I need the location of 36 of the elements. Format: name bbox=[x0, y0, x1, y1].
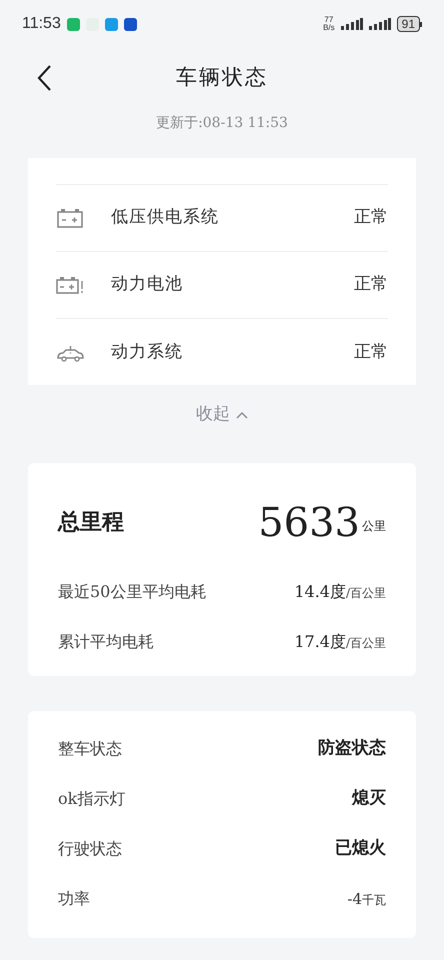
system-status: 正常 bbox=[354, 273, 388, 296]
battery-indicator: 91 bbox=[396, 16, 420, 32]
speed-unit: B/s bbox=[323, 24, 335, 32]
battery-icon bbox=[56, 207, 84, 229]
network-speed: 77 bbox=[324, 16, 334, 24]
status-label: 整车状态 bbox=[58, 738, 122, 760]
mileage-unit: 公里 bbox=[362, 518, 386, 535]
status-label: ok指示灯 bbox=[58, 788, 126, 810]
signal-icon bbox=[368, 18, 391, 30]
system-name: 动力电池 bbox=[111, 273, 183, 296]
collapse-button[interactable]: 收起 bbox=[196, 402, 248, 428]
consumption-value: 14.4度 bbox=[294, 581, 346, 603]
mileage-value: 5633 bbox=[258, 499, 360, 547]
status-value: 熄灭 bbox=[352, 787, 386, 810]
clock-time: 11:53 bbox=[22, 14, 61, 34]
status-label: 功率 bbox=[58, 888, 90, 910]
system-name: 低压供电系统 bbox=[111, 206, 219, 230]
status-value: 已熄火 bbox=[335, 837, 386, 860]
page-title: 车辆状态 bbox=[176, 64, 268, 92]
system-status: 正常 bbox=[354, 340, 388, 364]
status-label: 行驶状态 bbox=[58, 838, 122, 860]
consumption-value: 17.4度 bbox=[294, 631, 346, 653]
signal-icon bbox=[340, 18, 363, 30]
battery-warning-icon bbox=[56, 274, 84, 296]
consumption-label: 最近50公里平均电耗 bbox=[58, 581, 206, 603]
status-value: 防盗状态 bbox=[318, 737, 386, 760]
back-icon bbox=[36, 64, 52, 92]
consumption-label: 累计平均电耗 bbox=[58, 631, 154, 653]
mileage-label: 总里程 bbox=[58, 508, 124, 537]
system-name: 动力系统 bbox=[111, 340, 183, 364]
update-time: 更新于:08-13 11:53 bbox=[156, 114, 288, 132]
status-unit: 千瓦 bbox=[362, 892, 386, 909]
system-status: 正常 bbox=[354, 206, 388, 230]
consumption-unit: /百公里 bbox=[346, 585, 386, 602]
status-value: -4 bbox=[347, 888, 362, 910]
consumption-unit: /百公里 bbox=[346, 635, 386, 652]
